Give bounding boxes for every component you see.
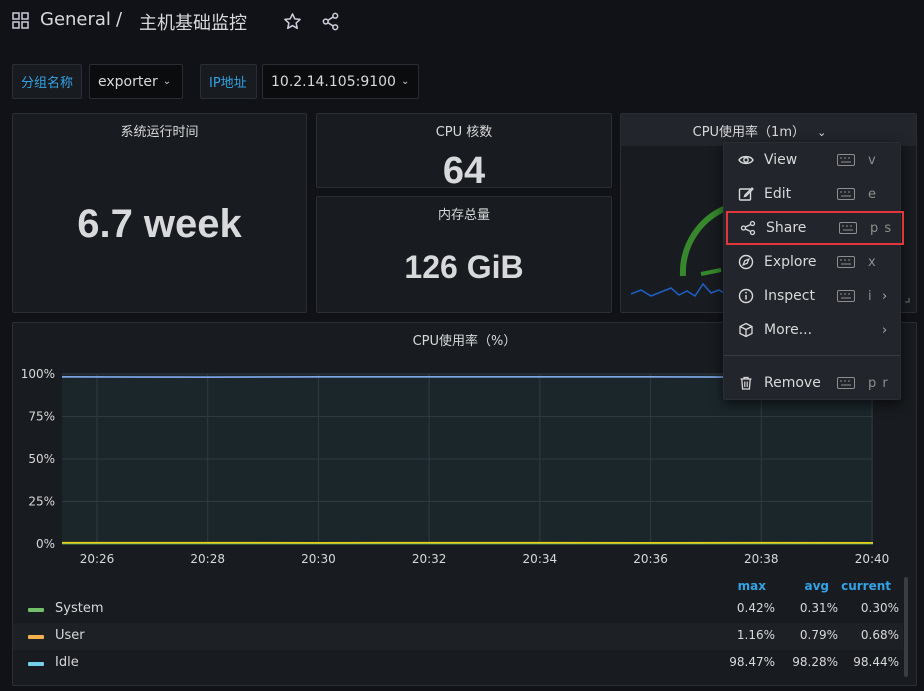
menu-item-shortcut: p r [868, 375, 889, 391]
legend-scrollbar[interactable] [904, 577, 908, 677]
x-tick-label: 20:32 [412, 552, 447, 566]
breadcrumb-separator: / [116, 9, 123, 30]
y-tick-label: 0% [36, 537, 55, 551]
x-tick-label: 20:36 [633, 552, 668, 566]
cpu-cores-value: 64 [442, 150, 486, 192]
legend-max: 0.42% [736, 601, 775, 615]
legend-row-idle[interactable]: Idle 98.47% 98.28% 98.44% [13, 650, 903, 677]
info-icon [738, 288, 754, 304]
menu-item-edit[interactable]: Edit e [724, 177, 902, 211]
legend-swatch [28, 662, 44, 666]
legend-name[interactable]: User [55, 628, 85, 643]
cpu-gauge-panel-title[interactable]: CPU使用率（1m） ⌄ [621, 121, 916, 140]
chevron-right-icon: › [882, 322, 888, 338]
menu-item-shortcut: p s [870, 220, 893, 236]
menu-item-label: More... [764, 322, 813, 338]
legend-avg: 98.28% [792, 655, 838, 669]
legend-current: 0.68% [860, 628, 899, 642]
menu-item-label: Edit [764, 186, 792, 202]
cpu-cores-panel-title[interactable]: CPU 核数 [317, 121, 611, 140]
dashboards-grid-icon[interactable] [12, 12, 29, 29]
variable-group-label: 分组名称 [12, 64, 82, 99]
menu-item-inspect[interactable]: Inspect i › [724, 279, 902, 313]
cube-icon [739, 322, 753, 338]
keyboard-icon [839, 222, 857, 234]
legend-name[interactable]: Idle [55, 655, 79, 670]
legend-header-current[interactable]: current [837, 579, 891, 593]
menu-item-share[interactable]: Share p s [726, 211, 904, 245]
x-tick-label: 20:30 [301, 552, 336, 566]
cpu-cores-panel[interactable]: CPU 核数 64 [316, 113, 612, 192]
y-tick-label: 75% [28, 410, 55, 424]
memory-value: 126 GiB [404, 249, 524, 285]
menu-item-label: View [764, 152, 798, 168]
keyboard-icon [837, 377, 855, 389]
menu-item-remove[interactable]: Remove p r [724, 366, 902, 400]
panel-context-menu: View v Edit e Share p s Explore x Inspec… [723, 142, 904, 400]
y-tick-label: 100% [21, 367, 55, 381]
legend-swatch [28, 608, 44, 612]
legend-avg: 0.31% [799, 601, 838, 615]
x-tick-label: 20:38 [744, 552, 779, 566]
legend-swatch [28, 635, 44, 639]
uptime-panel-title[interactable]: 系统运行时间 [13, 121, 306, 140]
menu-item-shortcut: e [868, 186, 877, 202]
memory-panel[interactable]: 内存总量 126 GiB [316, 196, 612, 313]
variable-group-value: exporter [98, 73, 158, 90]
variable-ip-value: 10.2.14.105:9100 [271, 73, 396, 90]
memory-panel-title[interactable]: 内存总量 [317, 204, 611, 223]
cpu-gauge-title-text: CPU使用率（1m） [692, 125, 805, 140]
keyboard-icon [837, 290, 855, 302]
chevron-down-icon[interactable]: ⌄ [817, 126, 826, 139]
variable-ip-select[interactable]: 10.2.14.105:9100 ⌄ [262, 64, 419, 99]
legend-current: 0.30% [860, 601, 899, 615]
uptime-panel[interactable]: 系统运行时间 6.7 week [12, 113, 307, 313]
menu-item-label: Inspect [764, 288, 815, 304]
variable-group-select[interactable]: exporter ⌄ [89, 64, 183, 99]
share-icon [740, 220, 756, 236]
x-tick-label: 20:28 [190, 552, 225, 566]
eye-icon [738, 155, 754, 165]
legend-header-max[interactable]: max [726, 579, 766, 593]
page-title[interactable]: 主机基础监控 [139, 9, 247, 35]
menu-item-shortcut: v [868, 152, 877, 168]
x-tick-label: 20:26 [80, 552, 115, 566]
chevron-down-icon: ⌄ [400, 76, 410, 87]
share-icon[interactable] [321, 12, 340, 31]
star-icon[interactable] [283, 12, 302, 31]
legend-avg: 0.79% [799, 628, 838, 642]
compass-icon [738, 254, 754, 270]
keyboard-icon [837, 154, 855, 166]
legend-max: 1.16% [736, 628, 775, 642]
legend-row-user[interactable]: User 1.16% 0.79% 0.68% [13, 623, 903, 650]
legend-current: 98.44% [853, 655, 899, 669]
menu-item-explore[interactable]: Explore x [724, 245, 902, 279]
edit-icon [738, 187, 754, 201]
keyboard-icon [837, 256, 855, 268]
chevron-right-icon: › [882, 288, 888, 304]
y-tick-label: 50% [28, 452, 55, 466]
trash-icon [740, 376, 752, 390]
legend-name[interactable]: System [55, 601, 103, 616]
legend-row-system[interactable]: System 0.42% 0.31% 0.30% [13, 596, 903, 623]
chevron-down-icon: ⌄ [162, 76, 172, 87]
top-bar: General / 主机基础监控 [0, 0, 924, 44]
menu-item-label: Remove [764, 375, 821, 391]
legend-max: 98.47% [729, 655, 775, 669]
menu-item-label: Share [766, 220, 807, 236]
menu-item-label: Explore [764, 254, 817, 270]
menu-divider [724, 355, 900, 356]
y-tick-label: 25% [28, 495, 55, 509]
uptime-value: 6.7 week [77, 202, 242, 246]
menu-item-shortcut: x [868, 254, 877, 270]
menu-item-shortcut: i [868, 288, 873, 304]
x-tick-label: 20:40 [855, 552, 890, 566]
variable-ip-label: IP地址 [200, 64, 257, 99]
breadcrumb-folder[interactable]: General [40, 9, 111, 30]
x-tick-label: 20:34 [523, 552, 558, 566]
legend-header-avg[interactable]: avg [791, 579, 829, 593]
menu-item-view[interactable]: View v [724, 143, 902, 177]
keyboard-icon [837, 188, 855, 200]
menu-item-more[interactable]: More... › [724, 313, 902, 347]
